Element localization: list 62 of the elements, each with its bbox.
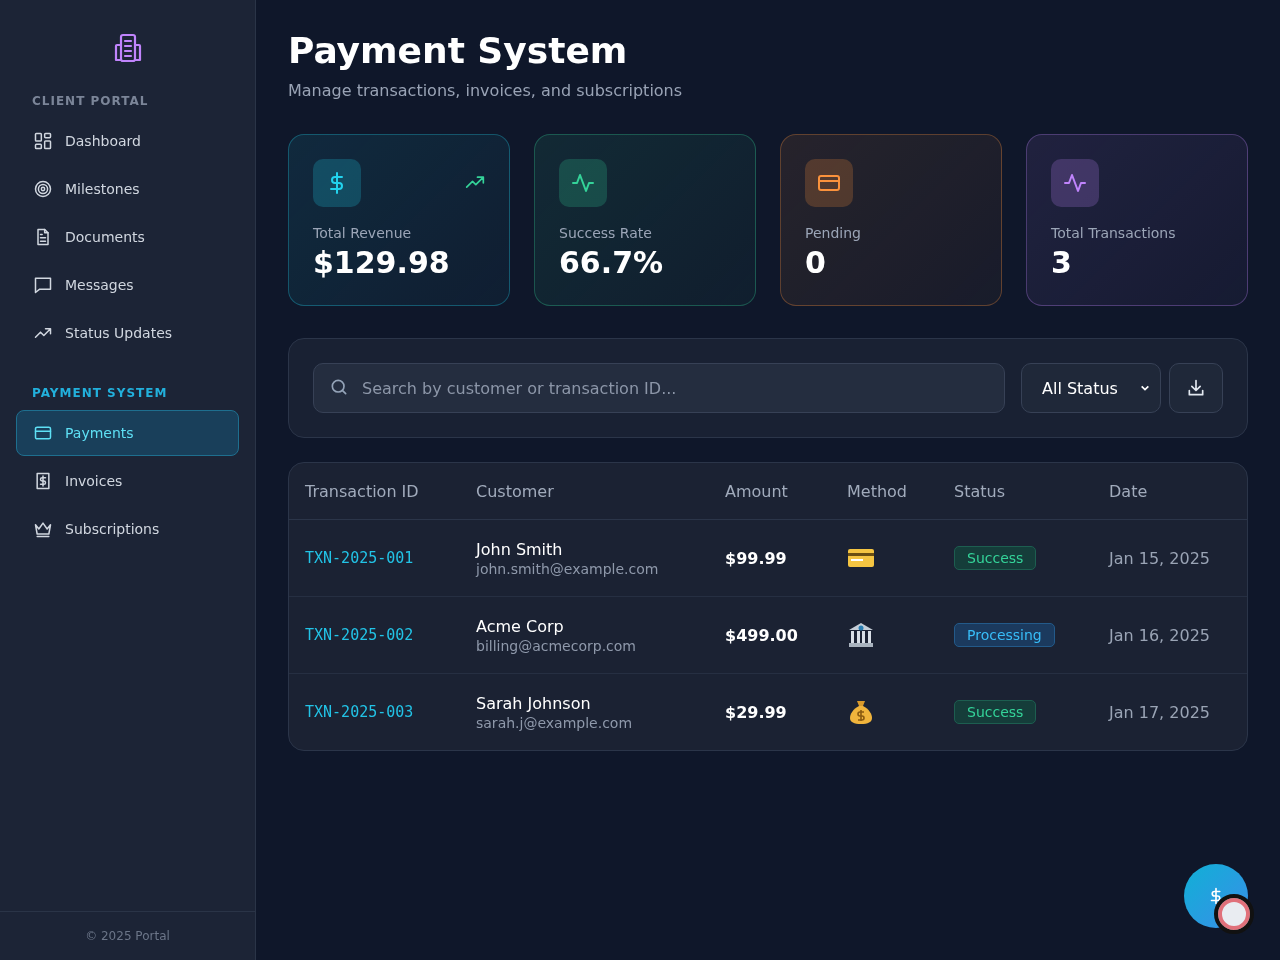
stat-label: Success Rate: [559, 225, 653, 241]
stat-value: 66.7%: [559, 245, 665, 280]
nav-item[interactable]: Dashboard: [16, 118, 239, 164]
copyright-text: © 2025 Portal: [85, 929, 170, 943]
nav-item[interactable]: Status Updates: [16, 310, 239, 356]
customer-email: billing@acmecorp.com: [476, 637, 636, 654]
transaction-id[interactable]: TXN-2025-002: [305, 626, 414, 644]
nav-item[interactable]: Subscriptions: [16, 506, 239, 552]
transaction-id[interactable]: TXN-2025-003: [305, 703, 414, 721]
amount: $29.99: [725, 702, 787, 722]
customer-email: sarah.j@example.com: [476, 714, 633, 731]
section-heading: CLIENT PORTAL: [31, 93, 150, 110]
pulse-icon: [1063, 171, 1087, 195]
section-heading: PAYMENT SYSTEM: [31, 385, 169, 402]
customer-email: john.smith@example.com: [476, 560, 659, 577]
nav-item[interactable]: Documents: [16, 214, 239, 260]
stat-label: Pending: [805, 225, 862, 241]
money-bag-icon: [847, 698, 875, 726]
status-badge: Success: [954, 700, 1037, 724]
credit-card-icon: [847, 547, 875, 569]
avatar[interactable]: [1214, 894, 1254, 934]
status-badge: Success: [954, 546, 1037, 570]
bank-icon: [847, 621, 875, 649]
nav-item[interactable]: Payments: [16, 410, 239, 456]
date: Jan 16, 2025: [1109, 625, 1210, 645]
column-header: Transaction ID: [305, 481, 420, 501]
receipt-icon: [33, 471, 53, 491]
target-icon: [33, 179, 53, 199]
download-icon: [1186, 378, 1206, 398]
customer-name: Sarah Johnson: [476, 693, 591, 713]
nav-item[interactable]: Messages: [16, 262, 239, 308]
pulse-icon: [571, 171, 595, 195]
amount: $499.00: [725, 625, 798, 645]
date: Jan 17, 2025: [1109, 702, 1210, 722]
column-header: Amount: [725, 481, 789, 501]
customer-name: Acme Corp: [476, 616, 564, 636]
stat-label: Total Transactions: [1051, 225, 1177, 241]
column-header: Customer: [476, 481, 555, 501]
nav-item[interactable]: Milestones: [16, 166, 239, 212]
page-title: Payment System: [288, 30, 629, 71]
chat-icon: [33, 275, 53, 295]
download-button[interactable]: [1169, 363, 1223, 413]
search-icon: [329, 377, 349, 397]
column-header: Method: [847, 481, 908, 501]
grid-icon: [33, 131, 53, 151]
date: Jan 15, 2025: [1109, 548, 1210, 568]
stat-value: 0: [805, 245, 827, 280]
chevron-down-icon: [1140, 383, 1150, 393]
amount: $99.99: [725, 548, 787, 568]
search-field[interactable]: Search by customer or transaction ID...: [313, 363, 1005, 413]
transaction-id[interactable]: TXN-2025-001: [305, 549, 414, 567]
status-dropdown[interactable]: All Status: [1021, 363, 1161, 413]
stat-value: 3: [1051, 245, 1073, 280]
status-badge: Processing: [954, 623, 1055, 647]
customer-name: John Smith: [476, 539, 563, 559]
card-icon: [33, 423, 53, 443]
column-header: Date: [1109, 481, 1149, 501]
stat-value: $129.98: [313, 245, 451, 280]
stat-label: Total Revenue: [313, 225, 413, 241]
column-header: Status: [954, 481, 1006, 501]
page-subtitle: Manage transactions, invoices, and subscriptions: [288, 81, 684, 100]
nav-item[interactable]: Invoices: [16, 458, 239, 504]
